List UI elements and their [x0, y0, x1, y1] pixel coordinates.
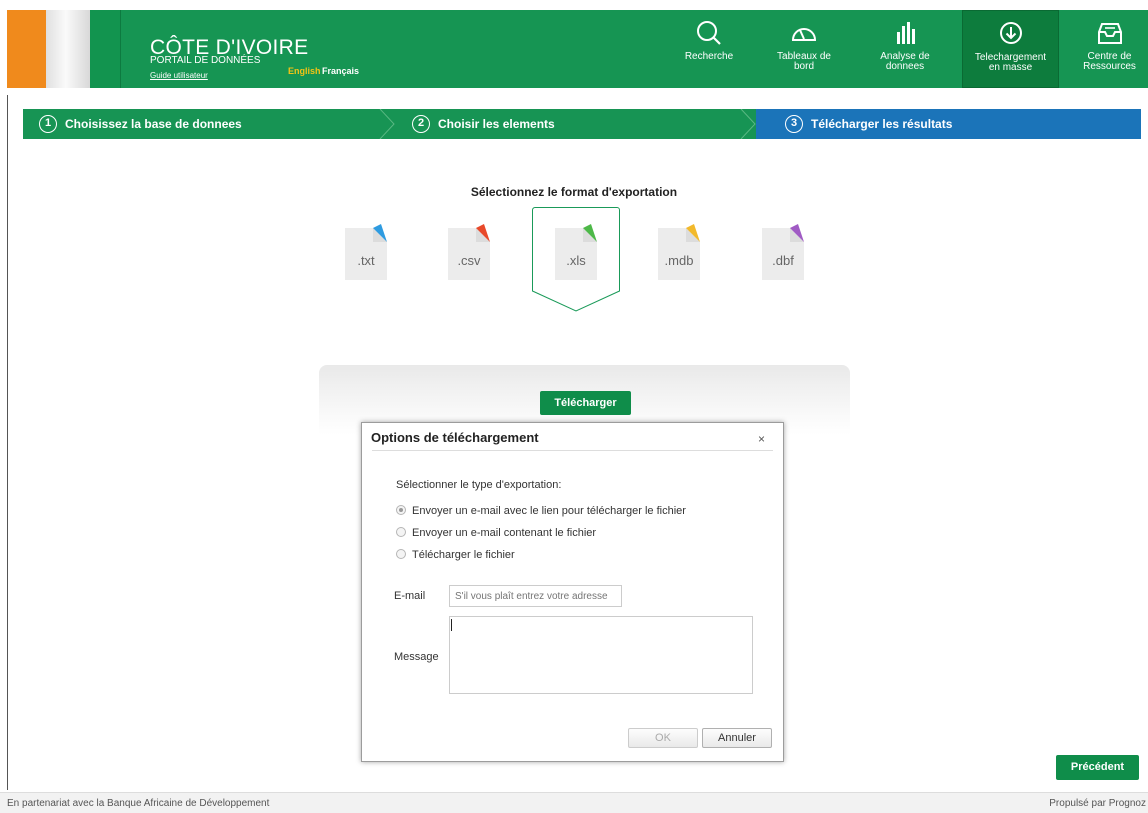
page: CÔTE D'IVOIRE PORTAIL DE DONNÉES Guide u… [0, 0, 1148, 813]
step-number: 3 [785, 114, 803, 133]
step-number: 2 [412, 114, 430, 133]
export-format-title: Sélectionnez le format d'exportation [470, 185, 678, 199]
step-separator-icon [379, 109, 395, 139]
text-caret [451, 619, 452, 631]
close-icon[interactable]: × [758, 432, 765, 446]
format-dbf-option[interactable]: .dbf [762, 224, 804, 280]
download-button[interactable]: Télécharger [540, 391, 631, 415]
left-divider [7, 95, 8, 790]
nav-search[interactable]: Recherche [671, 10, 747, 88]
step-number: 1 [39, 114, 57, 133]
dialog-title: Options de téléchargement [371, 430, 539, 445]
message-textarea[interactable] [449, 616, 753, 694]
file-xls-icon [555, 224, 597, 280]
step-label: Choisir les elements [438, 117, 555, 131]
flag-stripe-green [90, 10, 121, 88]
inbox-icon [1097, 23, 1122, 44]
footer: En partenariat avec la Banque Africaine … [0, 792, 1148, 813]
file-txt-icon [345, 224, 387, 280]
nav-label-line2: bord [793, 61, 814, 72]
site-subtitle: PORTAIL DE DONNÉES [150, 55, 261, 66]
format-label: .mdb [664, 253, 694, 268]
file-csv-icon [448, 224, 490, 280]
download-options-dialog: Options de téléchargement × Sélectionner… [361, 422, 784, 762]
export-type-instruction: Sélectionner le type d'exportation: [396, 479, 562, 491]
radio-label: Envoyer un e-mail avec le lien pour télé… [412, 505, 686, 517]
email-field[interactable] [449, 585, 622, 607]
file-dbf-icon [762, 224, 804, 280]
nav-bulk-download[interactable]: Telechargement en masse [962, 10, 1059, 88]
format-mdb-option[interactable]: .mdb [658, 224, 700, 280]
user-guide-link[interactable]: Guide utilisateur [150, 71, 208, 80]
file-mdb-icon [658, 224, 700, 280]
nav-data-analysis[interactable]: Analyse de donnees [864, 10, 946, 88]
lang-french-link[interactable]: Français [322, 66, 359, 76]
radio-email-file[interactable]: Envoyer un e-mail contenant le fichier [396, 526, 596, 540]
radio-button[interactable] [396, 527, 406, 538]
step-choose-elements[interactable]: 2 Choisir les elements [412, 109, 555, 139]
email-label: E-mail [394, 590, 426, 602]
cancel-button[interactable]: Annuler [702, 728, 772, 748]
step-label: Choisissez la base de donnees [65, 117, 242, 131]
download-icon [999, 22, 1022, 44]
nav-label-line2: en masse [988, 62, 1033, 73]
nav-label-line2: Ressources [1083, 61, 1136, 72]
step-separator-icon [738, 109, 758, 139]
step-download-results[interactable]: 3 Télécharger les résultats [785, 109, 952, 139]
nav-dashboards[interactable]: Tableaux de bord [763, 10, 845, 88]
radio-label: Envoyer un e-mail contenant le fichier [412, 527, 597, 539]
radio-button[interactable] [396, 505, 406, 516]
wizard-steps: 1 Choisissez la base de donnees 2 Choisir … [23, 109, 1141, 139]
dialog-divider [372, 450, 773, 451]
radio-button[interactable] [396, 549, 406, 560]
flag-stripe-white [46, 10, 90, 88]
footer-powered-by[interactable]: Propulsé par Prognoz [1049, 793, 1146, 813]
format-xls-option[interactable]: .xls [555, 224, 597, 280]
ok-button[interactable]: OK [628, 728, 698, 748]
header: CÔTE D'IVOIRE PORTAIL DE DONNÉES Guide u… [7, 10, 1148, 88]
radio-download-file[interactable]: Télécharger le fichier [396, 548, 515, 562]
previous-button[interactable]: Précédent [1056, 755, 1139, 780]
format-label: .xls [566, 253, 586, 268]
format-label: .csv [457, 253, 481, 268]
nav-label-line2: donnees [885, 61, 925, 72]
step-choose-database[interactable]: 1 Choisissez la base de donnees [39, 109, 242, 139]
search-icon [697, 21, 721, 45]
lang-english-link[interactable]: English [288, 66, 321, 76]
message-label: Message [394, 651, 439, 663]
format-csv-option[interactable]: .csv [448, 224, 490, 280]
flag-stripe-orange [7, 10, 46, 88]
nav-resource-center[interactable]: Centre de Ressources [1071, 10, 1148, 88]
gauge-icon [791, 28, 817, 41]
footer-partner-text: En partenariat avec la Banque Africaine … [7, 798, 270, 809]
format-label: .dbf [772, 253, 794, 268]
step-label: Télécharger les résultats [811, 117, 953, 131]
format-txt-option[interactable]: .txt [345, 224, 387, 280]
nav-label: Recherche [684, 51, 734, 62]
flag-logo [7, 10, 121, 88]
bar-chart-icon [897, 22, 915, 44]
radio-email-link[interactable]: Envoyer un e-mail avec le lien pour télé… [396, 504, 686, 518]
format-label: .txt [357, 253, 375, 268]
radio-label: Télécharger le fichier [412, 549, 515, 561]
